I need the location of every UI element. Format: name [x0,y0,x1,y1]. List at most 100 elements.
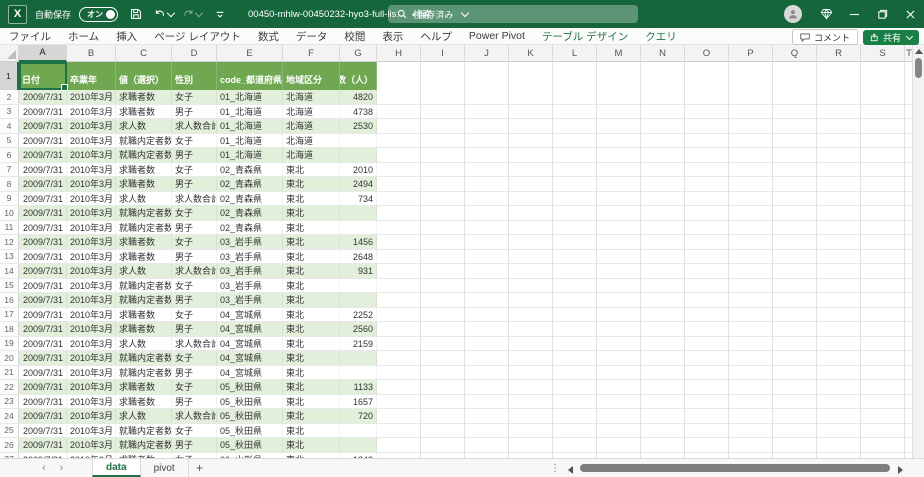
empty-cells[interactable] [377,380,912,394]
row-header-24[interactable]: 24 [0,409,19,423]
cell[interactable]: 求人数合計 [172,264,217,278]
sheet-next-icon[interactable]: › [60,462,64,474]
cell[interactable]: 求職者数 [116,322,172,336]
cell[interactable]: 2009/7/31 [19,220,67,234]
cell[interactable] [340,293,377,307]
cell[interactable]: 北海道 [283,90,340,104]
empty-cells[interactable] [377,249,912,263]
save-icon[interactable] [126,5,146,23]
search-box[interactable]: 検索 [388,5,638,23]
cell[interactable]: 東北 [283,307,340,321]
row-header-9[interactable]: 9 [0,191,19,205]
column-header-I[interactable]: I [421,45,465,62]
cell[interactable]: 求職者数 [116,177,172,191]
cell[interactable]: 2009/7/31 [19,191,67,205]
empty-cells[interactable] [377,104,912,118]
cell[interactable]: 01_北海道 [217,133,283,147]
cell[interactable]: 北海道 [283,119,340,133]
scroll-right-icon[interactable] [898,466,903,474]
cell[interactable]: 北海道 [283,148,340,162]
restore-button[interactable] [868,0,896,28]
cell[interactable]: 求人数 [116,336,172,350]
cell[interactable]: 2648 [340,249,377,263]
column-header-H[interactable]: H [377,45,421,62]
cell[interactable]: 就職内定者数 [116,351,172,365]
cell[interactable]: 2009/7/31 [19,162,67,176]
cell[interactable]: 求人数合計 [172,409,217,423]
table-header-cell[interactable]: 日付 [19,62,67,90]
cell[interactable]: 就職内定者数 [116,206,172,220]
column-header-D[interactable]: D [172,45,217,62]
cell[interactable]: 2009/7/31 [19,264,67,278]
cell[interactable]: 東北 [283,293,340,307]
cell[interactable]: 求人数 [116,191,172,205]
empty-cells[interactable] [377,90,912,104]
row-header-20[interactable]: 20 [0,351,19,365]
cell[interactable]: 求職者数 [116,394,172,408]
cell[interactable]: 求職者数 [116,162,172,176]
cell[interactable]: 04_宮城県 [217,365,283,379]
cell[interactable]: 東北 [283,336,340,350]
cell[interactable]: 求人数 [116,264,172,278]
cell[interactable]: 女子 [172,423,217,437]
cell[interactable]: 2010年3月 [67,119,116,133]
cell[interactable]: 2009/7/31 [19,423,67,437]
cell[interactable]: 2009/7/31 [19,235,67,249]
cell[interactable]: 2010年3月 [67,206,116,220]
column-header-K[interactable]: K [509,45,553,62]
empty-cells[interactable] [377,191,912,205]
cell[interactable]: 1133 [340,380,377,394]
cell[interactable]: 2009/7/31 [19,409,67,423]
cell[interactable]: 男子 [172,365,217,379]
ribbon-tab-数式[interactable]: 数式 [258,29,279,44]
cell[interactable]: 男子 [172,104,217,118]
cell[interactable]: 求人数 [116,119,172,133]
cell[interactable]: 男子 [172,148,217,162]
column-header-Q[interactable]: Q [773,45,817,62]
cell[interactable]: 女子 [172,235,217,249]
cell[interactable]: 01_北海道 [217,148,283,162]
column-header-F[interactable]: F [283,45,340,62]
cell[interactable]: 東北 [283,423,340,437]
ribbon-tab-挿入[interactable]: 挿入 [116,29,137,44]
scroll-up-icon[interactable] [914,49,923,54]
empty-cells[interactable] [377,278,912,292]
cell[interactable]: 2010年3月 [67,191,116,205]
cell[interactable]: 04_宮城県 [217,351,283,365]
cell[interactable]: 03_岩手県 [217,235,283,249]
cell[interactable]: 求職者数 [116,104,172,118]
cell[interactable]: 2010年3月 [67,162,116,176]
cell[interactable]: 求職者数 [116,235,172,249]
cell[interactable]: 2010年3月 [67,133,116,147]
row-header-1[interactable]: 1 [0,62,19,90]
account-avatar[interactable] [784,5,802,23]
cell[interactable]: 北海道 [283,104,340,118]
cell[interactable]: 2009/7/31 [19,278,67,292]
row-header-2[interactable]: 2 [0,90,19,104]
ribbon-tab-表示[interactable]: 表示 [382,29,403,44]
ribbon-tab-クエリ[interactable]: クエリ [645,29,677,44]
cell[interactable]: 2010年3月 [67,365,116,379]
cell[interactable]: 734 [340,191,377,205]
table-header-cell[interactable]: code_都道府県 [217,62,283,90]
cell[interactable]: 4738 [340,104,377,118]
cell[interactable] [340,148,377,162]
cell[interactable]: 女子 [172,90,217,104]
cell[interactable]: 2009/7/31 [19,336,67,350]
empty-cells[interactable] [377,409,912,423]
empty-cells[interactable] [377,264,912,278]
cell[interactable]: 東北 [283,264,340,278]
cell[interactable]: 05_秋田県 [217,380,283,394]
row-header-18[interactable]: 18 [0,322,19,336]
cell[interactable]: 男子 [172,177,217,191]
ribbon-tab-ホーム[interactable]: ホーム [68,29,99,44]
cell[interactable]: 01_北海道 [217,90,283,104]
cell[interactable]: 2530 [340,119,377,133]
cell[interactable]: 東北 [283,220,340,234]
cell[interactable]: 2009/7/31 [19,307,67,321]
cell[interactable]: 男子 [172,220,217,234]
cell[interactable]: 2010年3月 [67,278,116,292]
column-header-N[interactable]: N [641,45,685,62]
column-header-C[interactable]: C [116,45,172,62]
column-header-S[interactable]: S [861,45,905,62]
